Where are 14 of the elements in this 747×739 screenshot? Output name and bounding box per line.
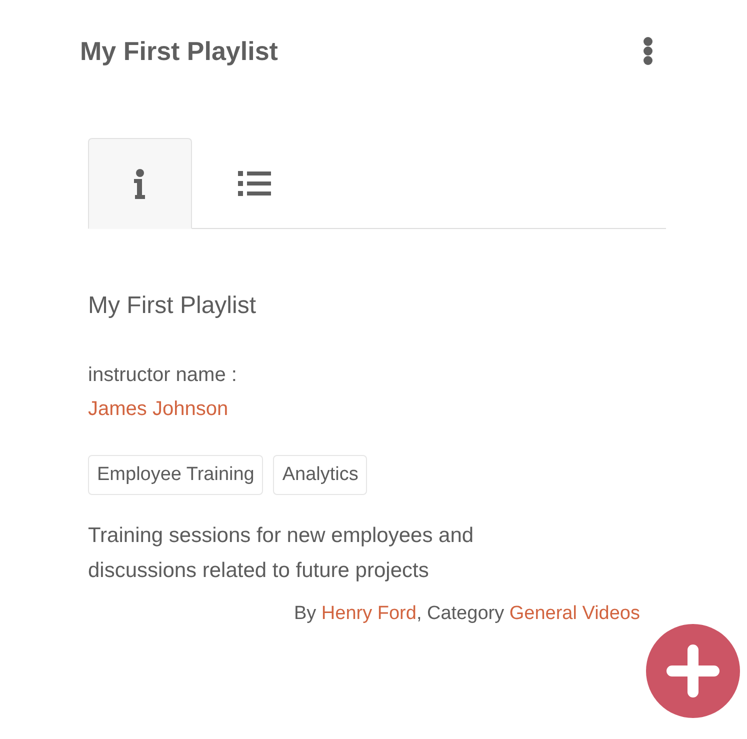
info-icon (134, 168, 146, 198)
tag[interactable]: Employee Training (88, 455, 264, 495)
playlist-description: Training sessions for new employees and discussions related to future projects (88, 523, 475, 584)
playlist-name: My First Playlist (88, 291, 257, 321)
instructor-name-link[interactable]: James Johnson (88, 398, 228, 420)
list-icon (238, 171, 271, 196)
author-link[interactable]: Henry Ford (321, 603, 416, 624)
instructor-label: instructor name : (88, 363, 238, 388)
category-link[interactable]: General Videos (509, 603, 640, 624)
more-options-icon[interactable] (643, 37, 653, 65)
tag[interactable]: Analytics (273, 455, 368, 495)
playlist-title: My First Playlist (80, 35, 278, 68)
byline-text: By Henry Ford, Category General Videos (294, 602, 640, 626)
add-button[interactable] (646, 624, 740, 718)
